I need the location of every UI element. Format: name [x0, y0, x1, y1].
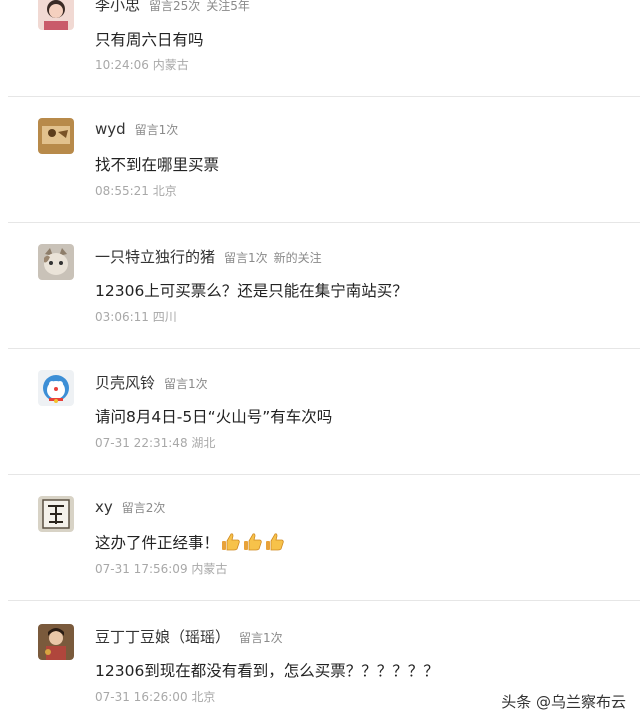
follow-duration: 关注5年 — [206, 0, 250, 13]
avatar[interactable] — [38, 0, 74, 30]
comment-count: 留言1次 — [134, 123, 179, 137]
avatar[interactable] — [38, 496, 74, 532]
thumbs-up-icon — [222, 533, 240, 551]
comment-text: 只有周六日有吗 — [95, 31, 204, 49]
thumbs-up-icon — [266, 533, 284, 551]
avatar[interactable] — [38, 624, 74, 660]
follow-status: 新的关注 — [273, 251, 322, 265]
commenter-name[interactable]: xy — [95, 498, 113, 516]
commenter-name[interactable]: wyd — [95, 120, 126, 138]
comment-item: 贝壳风铃 留言1次 请问8月4日-5日“火山号”有车次吗 07-31 22:31… — [0, 348, 640, 474]
commenter-name[interactable]: 一只特立独行的猪 — [95, 246, 215, 267]
comment-text-row: 这办了件正经事！ — [95, 531, 285, 553]
comment-time: 07-31 22:31:48 湖北 — [95, 436, 216, 450]
comment-text: 请问8月4日-5日“火山号”有车次吗 — [95, 408, 333, 426]
watermark: 头条 @乌兰察布云 — [501, 693, 626, 711]
comment-text: 12306到现在都没有看到，怎么买票？？？？？？ — [95, 662, 439, 680]
comment-text: 找不到在哪里买票 — [95, 156, 220, 174]
avatar[interactable] — [38, 370, 74, 406]
commenter-name[interactable]: 贝壳风铃 — [95, 372, 155, 393]
comment-count: 留言1次 — [224, 251, 268, 265]
comment-item: 李小忠 留言25次 关注5年 只有周六日有吗 10:24:06 内蒙古 — [0, 0, 640, 96]
comment-text: 12306上可买票么？还是只能在集宁南站买？ — [95, 282, 408, 300]
comment-time: 08:55:21 北京 — [95, 184, 177, 198]
avatar[interactable] — [38, 244, 74, 280]
comment-time: 07-31 16:26:00 北京 — [95, 690, 216, 704]
comment-text: 这办了件正经事！ — [95, 534, 220, 552]
commenter-name[interactable]: 李小忠 — [95, 0, 140, 15]
comment-time: 03:06:11 四川 — [95, 310, 177, 324]
avatar[interactable] — [38, 118, 74, 154]
commenter-name[interactable]: 豆丁丁豆娘（瑶瑶） — [95, 626, 230, 647]
comment-count: 留言2次 — [121, 501, 166, 515]
comment-count: 留言1次 — [239, 631, 283, 645]
thumbs-up-icon — [244, 533, 262, 551]
comment-count: 留言1次 — [164, 377, 208, 391]
comment-item: xy 留言2次 这办了件正经事！ 07-31 17:56:09 内蒙古 — [0, 474, 640, 600]
comment-item: wyd 留言1次 找不到在哪里买票 08:55:21 北京 — [0, 96, 640, 222]
comment-time: 10:24:06 内蒙古 — [95, 58, 189, 72]
comment-time: 07-31 17:56:09 内蒙古 — [95, 562, 228, 576]
comment-item: 一只特立独行的猪 留言1次 新的关注 12306上可买票么？还是只能在集宁南站买… — [0, 222, 640, 348]
comment-count: 留言25次 — [149, 0, 201, 13]
